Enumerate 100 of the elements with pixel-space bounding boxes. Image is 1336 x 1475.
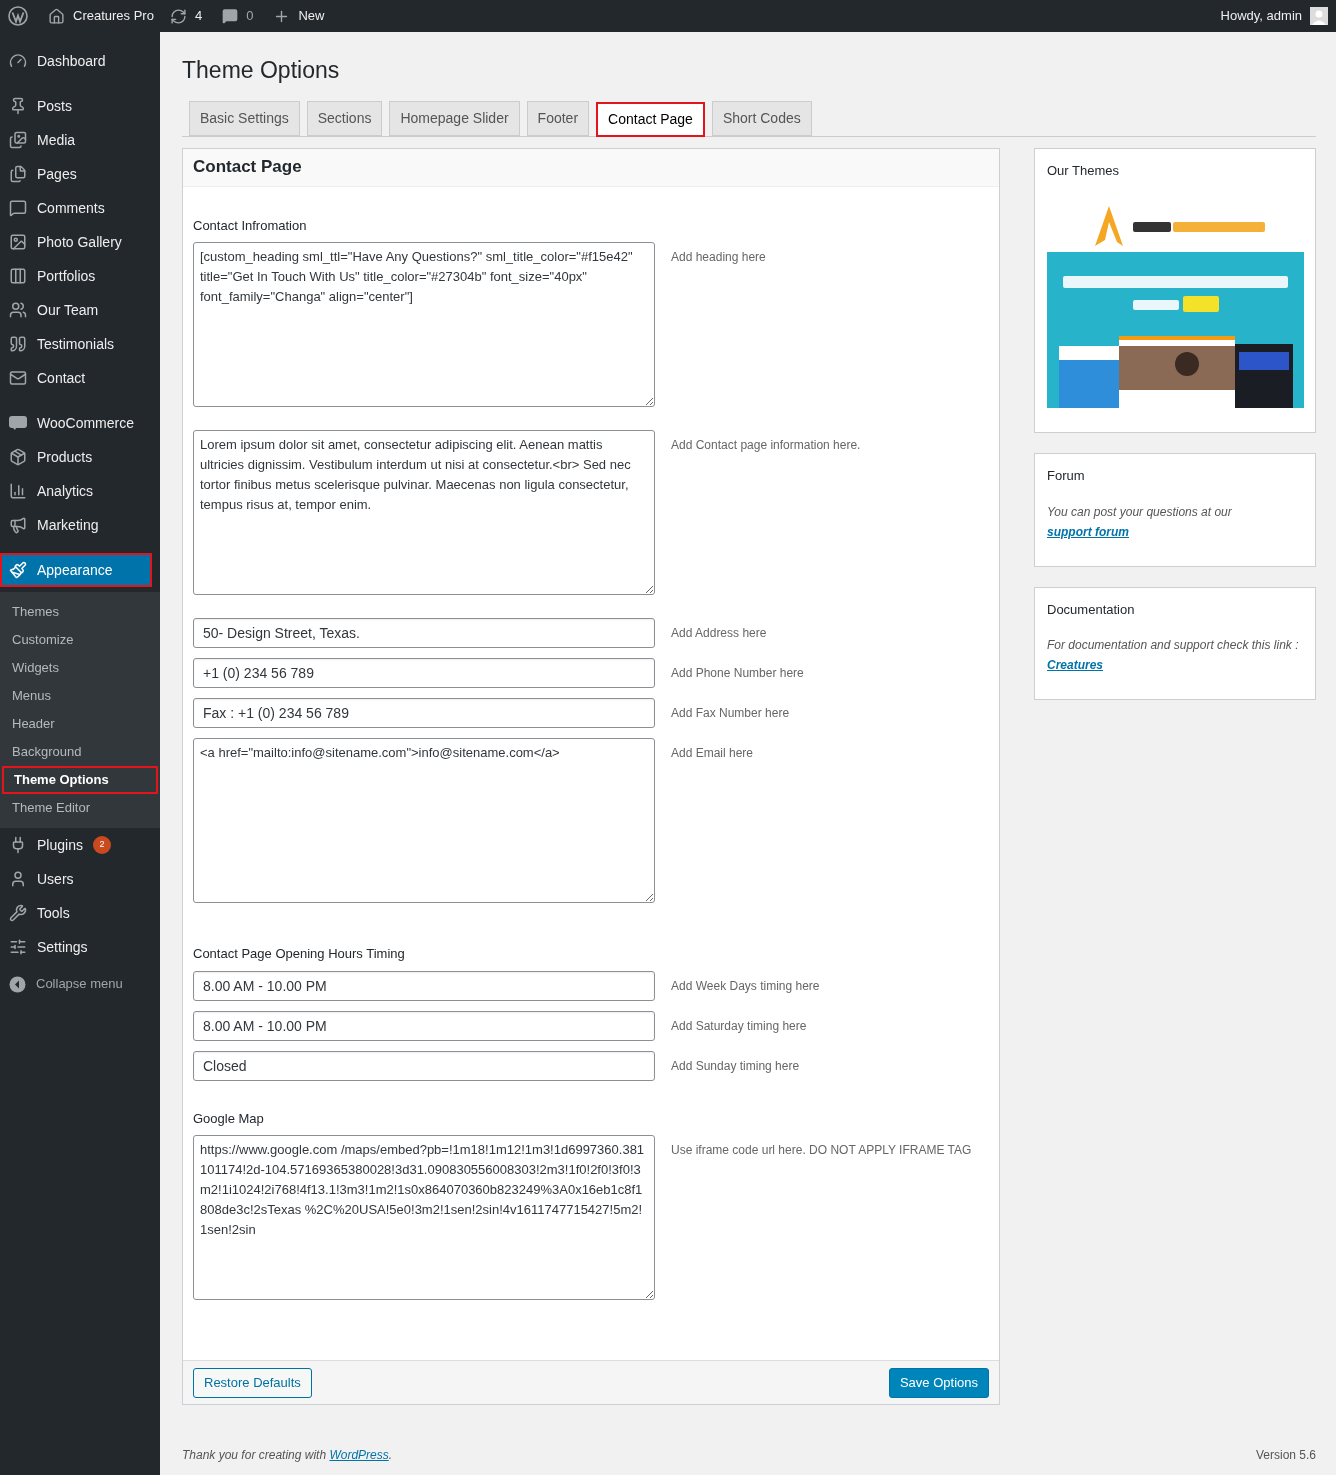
- quote-icon: [9, 335, 27, 353]
- tab[interactable]: Basic Settings: [189, 100, 300, 136]
- menu-item[interactable]: Comments: [0, 191, 160, 225]
- count-badge: 2: [92, 836, 111, 854]
- refresh-icon: [169, 7, 187, 25]
- menu-item[interactable]: Marketing: [0, 508, 160, 542]
- field-hint: Add Saturday timing here: [671, 1017, 807, 1035]
- menu-item[interactable]: Posts: [0, 89, 160, 123]
- submenu-item[interactable]: Background: [0, 738, 160, 766]
- documentation-text: For documentation and support check this link : Creatures: [1047, 637, 1300, 674]
- wordpress-link[interactable]: WordPress: [329, 1448, 389, 1462]
- menu-item[interactable]: Pages: [0, 157, 160, 191]
- tab[interactable]: Short Codes: [711, 100, 812, 136]
- input-field[interactable]: 8.00 AM - 10.00 PM: [193, 1010, 655, 1041]
- field-hint: Add Phone Number here: [671, 665, 804, 682]
- forum-text: You can post your questions at our support forum: [1047, 503, 1233, 541]
- tab[interactable]: Contact Page: [596, 101, 705, 137]
- page-title: Theme Options: [182, 56, 340, 85]
- megaphone-icon: [9, 516, 27, 534]
- box-icon: [9, 448, 27, 466]
- menu-item[interactable]: Dashboard: [0, 44, 160, 78]
- store-tag-icon: [9, 416, 27, 430]
- text-area[interactable]: <a href="mailto:info@sitename.com">info@sitename.com</a>: [193, 738, 655, 903]
- submenu-item[interactable]: Theme Editor: [0, 794, 160, 822]
- home-icon: [48, 7, 65, 25]
- image-icon: [9, 233, 27, 251]
- creatures-link[interactable]: Creatures: [1047, 658, 1104, 672]
- restore-defaults-button[interactable]: Restore Defaults: [193, 1367, 312, 1398]
- menu-item[interactable]: Products: [0, 440, 160, 474]
- card-title: Forum: [1047, 467, 1086, 485]
- menu-item[interactable]: Our Team: [0, 293, 160, 327]
- avatar-icon: [1310, 7, 1328, 25]
- sliders-icon: [9, 938, 27, 956]
- submenu-item[interactable]: Header: [0, 710, 160, 738]
- menu-item[interactable]: Contact: [0, 361, 160, 395]
- pages-icon: [9, 165, 27, 183]
- paintbrush-icon: [9, 561, 27, 579]
- input-field[interactable]: 50- Design Street, Texas.: [193, 618, 655, 648]
- menu-item[interactable]: Photo Gallery: [0, 225, 160, 259]
- field-hint: Add Week Days timing here: [671, 977, 820, 995]
- field-hint: Add Address here: [671, 625, 767, 642]
- speech-bubble-icon: [222, 8, 239, 24]
- input-field[interactable]: 8.00 AM - 10.00 PM: [193, 970, 655, 1001]
- menu-item[interactable]: Plugins 2: [0, 828, 160, 862]
- text-area[interactable]: https://www.google.com /maps/embed?pb=!1m18!1m12!1m3!1d6997360.381101174!2d-104.57169365380028!3d31.090830556008303!2m3!1f0!2f0!3f0!3m2!1i1024!2i768!4f13.1!3m3!1m2!1s0x864070360b823249%3A0x16eb1c8f1808de3c!2sTexas %2C%20USA!5e0!3m2!1sen!2sin!4v1611747715427!5m2!1sen!2sin: [193, 1135, 655, 1300]
- menu-item[interactable]: Settings: [0, 930, 160, 964]
- menu-item[interactable]: Analytics: [0, 474, 160, 508]
- speech-bubble-icon: [9, 199, 27, 217]
- menu-item[interactable]: Testimonials: [0, 327, 160, 361]
- field-hint: Use iframe code url here. DO NOT APPLY IFRAME TAG: [671, 1142, 972, 1159]
- submenu-item[interactable]: Menus: [0, 682, 160, 710]
- collapse-menu-button[interactable]: Collapse menu: [0, 971, 160, 997]
- save-options-button[interactable]: Save Options: [888, 1367, 989, 1398]
- field-hint: Add Fax Number here: [671, 705, 790, 722]
- section-heading: Contact Page Opening Hours Timing: [193, 945, 406, 963]
- columns-icon: [9, 267, 27, 285]
- submenu-item[interactable]: Widgets: [0, 654, 160, 682]
- tab[interactable]: Sections: [306, 100, 383, 136]
- wordpress-logo-icon[interactable]: [8, 6, 28, 26]
- panel-title: Contact Page: [183, 148, 999, 187]
- submenu-item[interactable]: Themes: [0, 598, 160, 626]
- people-icon: [9, 301, 27, 319]
- support-forum-link[interactable]: support forum: [1047, 524, 1129, 539]
- site-link[interactable]: Creatures Pro: [48, 6, 154, 26]
- footer-text: Thank you for creating with WordPress.: [182, 1447, 393, 1464]
- submenu-item[interactable]: Theme Options: [2, 766, 158, 794]
- bar-chart-icon: [9, 482, 27, 500]
- menu-item[interactable]: WooCommerce: [0, 406, 160, 440]
- section-heading: Contact Infromation: [193, 216, 308, 235]
- tab[interactable]: Homepage Slider: [389, 100, 520, 136]
- field-hint: Add Contact page information here.: [671, 437, 861, 454]
- field-hint: Add Email here: [671, 745, 754, 762]
- menu-item[interactable]: Users: [0, 862, 160, 896]
- menu-item[interactable]: Appearance: [0, 553, 152, 587]
- new-link[interactable]: New: [273, 6, 325, 26]
- version-text: Version 5.6: [1255, 1447, 1316, 1464]
- pin-icon: [9, 97, 27, 115]
- account-link[interactable]: Howdy, admin: [1220, 6, 1328, 26]
- field-hint: Add heading here: [671, 249, 766, 266]
- menu-item[interactable]: Media: [0, 123, 160, 157]
- submenu-item[interactable]: Customize: [0, 626, 160, 654]
- menu-item[interactable]: Portfolios: [0, 259, 160, 293]
- input-field[interactable]: Fax : +1 (0) 234 56 789: [193, 698, 655, 728]
- gauge-icon: [9, 52, 27, 70]
- section-heading: Google Map: [193, 1109, 265, 1128]
- updates-link[interactable]: 4: [169, 6, 203, 26]
- menu-item[interactable]: Tools: [0, 896, 160, 930]
- input-field[interactable]: Closed: [193, 1050, 655, 1081]
- envelope-icon: [9, 369, 27, 387]
- field-hint: Add Sunday timing here: [671, 1057, 800, 1075]
- input-field[interactable]: +1 (0) 234 56 789: [193, 658, 655, 688]
- text-area[interactable]: [custom_heading sml_ttl="Have Any Questions?" sml_title_color="#f15e42" title="Get In Touch With Us" title_color="#27304b" font_size="40px" font_family="Changa" align="center"]: [193, 242, 655, 407]
- wrench-icon: [9, 904, 27, 922]
- card-title: Our Themes: [1047, 161, 1120, 180]
- comments-link[interactable]: 0: [222, 6, 254, 26]
- person-icon: [9, 870, 27, 888]
- text-area[interactable]: Lorem ipsum dolor sit amet, consectetur adipiscing elit. Aenean mattis ultricies dignissim. Vestibulum interdum ut nisi at consectetur.<br> Sed nec tortor finibus metus scelerisque pulvinar. Maecenas non ligula consectetur, tempus risus at, tempor enim.: [193, 430, 655, 595]
- tab[interactable]: Footer: [526, 100, 590, 136]
- card-title: Documentation: [1047, 600, 1136, 619]
- images-icon: [9, 131, 27, 149]
